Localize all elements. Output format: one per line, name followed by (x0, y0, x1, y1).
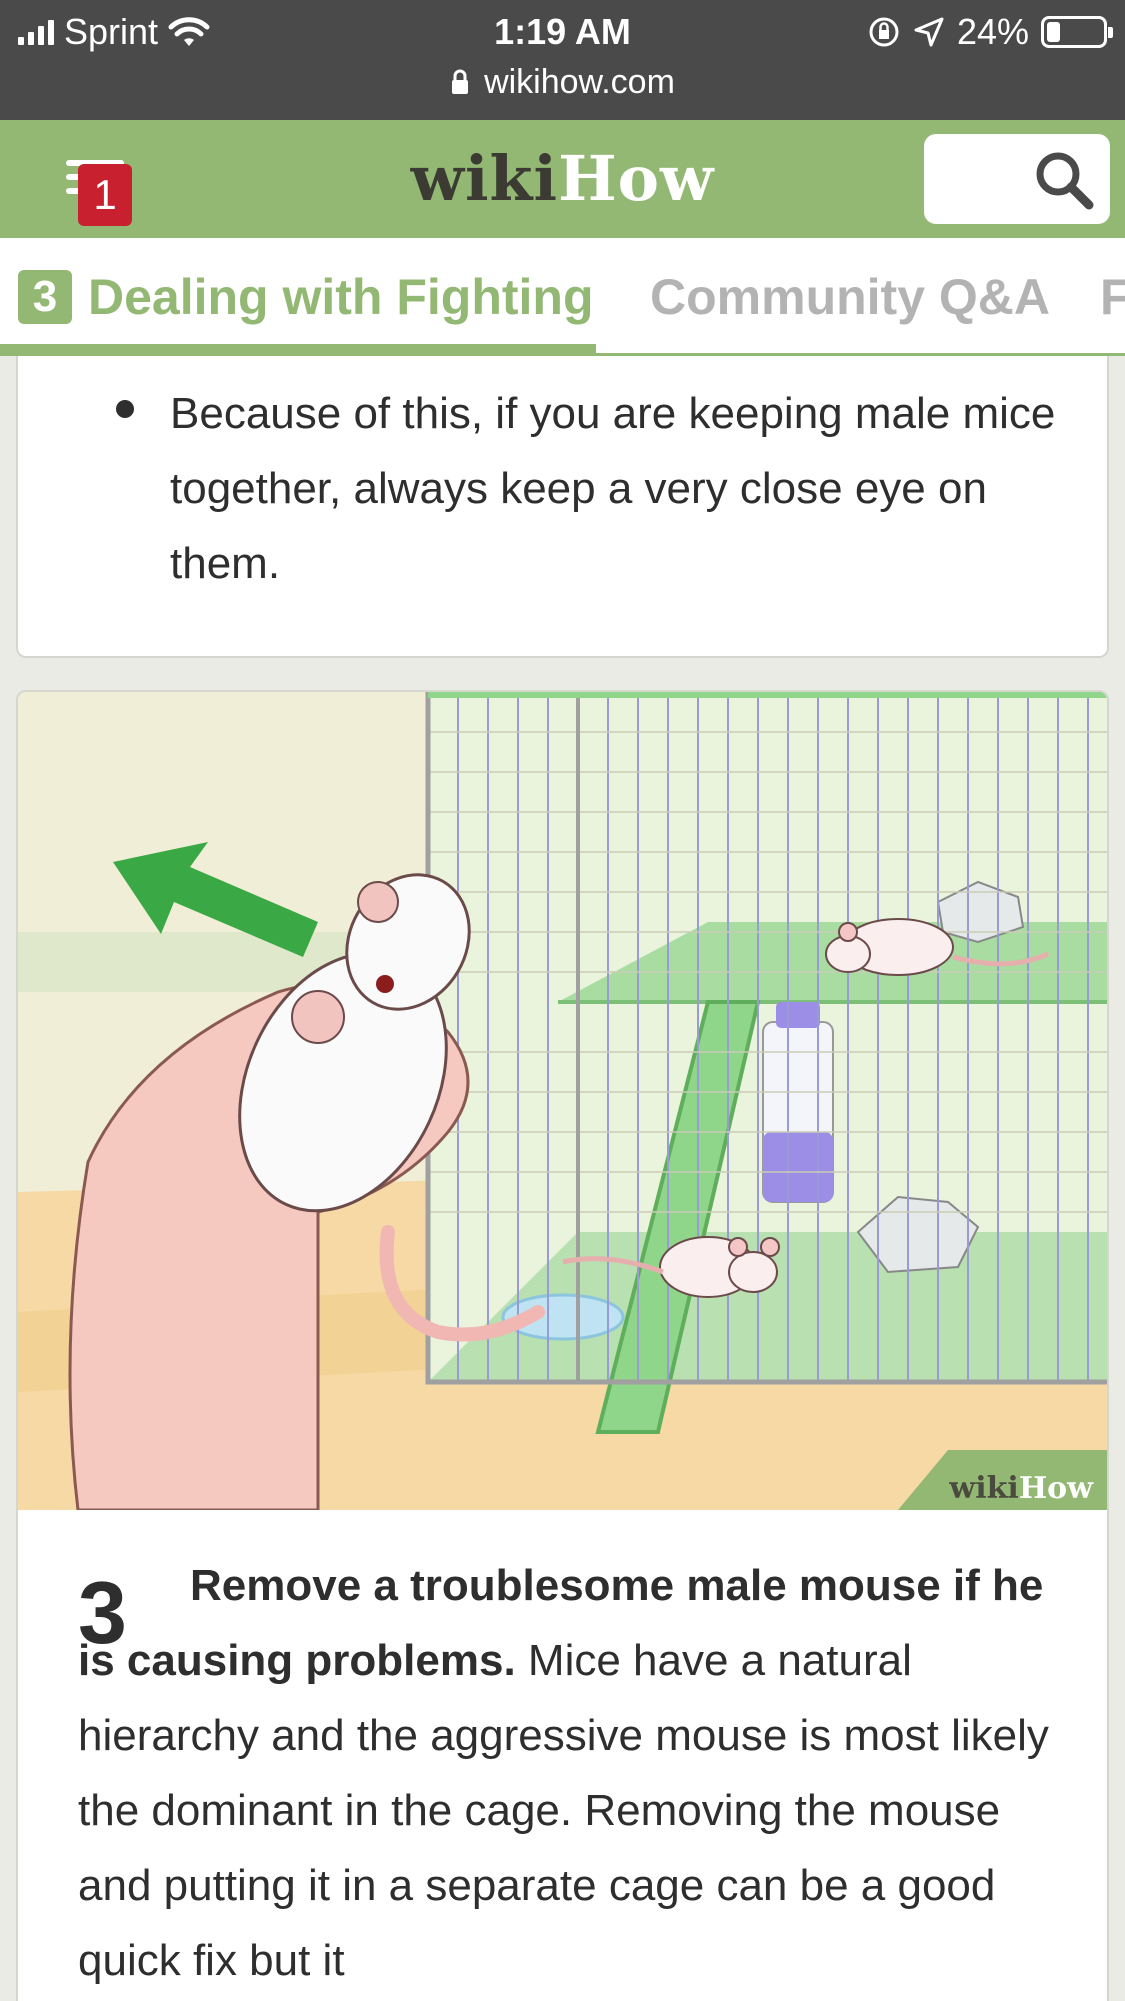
watermark-how: How (1019, 1471, 1094, 1506)
status-right: 24% (867, 10, 1113, 54)
location-arrow-icon (914, 17, 944, 47)
svg-text:wikiHow: wikiHow (948, 1471, 1094, 1506)
step-description: Remove a troublesome male mouse if he is… (78, 1548, 1068, 1998)
bullet-text: Because of this, if you are keeping male… (170, 389, 1056, 588)
rotation-lock-icon (869, 17, 899, 47)
url-text: wikihow.com (484, 63, 675, 101)
bullet-dot (116, 400, 134, 418)
tab-next-partial[interactable]: F (1100, 238, 1125, 353)
section-tabs: 3 Dealing with Fighting Community Q&A F (0, 238, 1125, 356)
lock-icon (452, 69, 469, 94)
battery-fill (1047, 22, 1060, 42)
site-header: 1 wikiHow (0, 120, 1125, 238)
watermark-wiki: wiki (948, 1471, 1018, 1506)
search-button[interactable] (924, 134, 1110, 224)
step-card-previous: Because of this, if you are keeping male… (16, 356, 1109, 658)
step-illustration[interactable]: wikiHow (18, 692, 1109, 1510)
logo-wiki: wiki (410, 142, 559, 215)
url-bar[interactable]: wikihow.com (0, 60, 1125, 104)
status-bar: Sprint 1:19 AM 24% wikihow.com (0, 0, 1125, 120)
tab-community-qa[interactable]: Community Q&A (650, 238, 1050, 353)
tab-dealing-with-fighting[interactable]: 3 Dealing with Fighting (0, 238, 595, 353)
battery-icon (1041, 16, 1113, 48)
battery-percent: 24% (956, 11, 1029, 52)
step-body: Mice have a natural hierarchy and the ag… (78, 1636, 1049, 1985)
step-card-3: wikiHow 3 Remove a troublesome male mous… (16, 690, 1109, 2001)
tab-label: Dealing with Fighting (88, 269, 594, 325)
tab-number: 3 (18, 270, 72, 324)
logo-how: How (558, 142, 715, 215)
search-icon (1036, 152, 1094, 210)
